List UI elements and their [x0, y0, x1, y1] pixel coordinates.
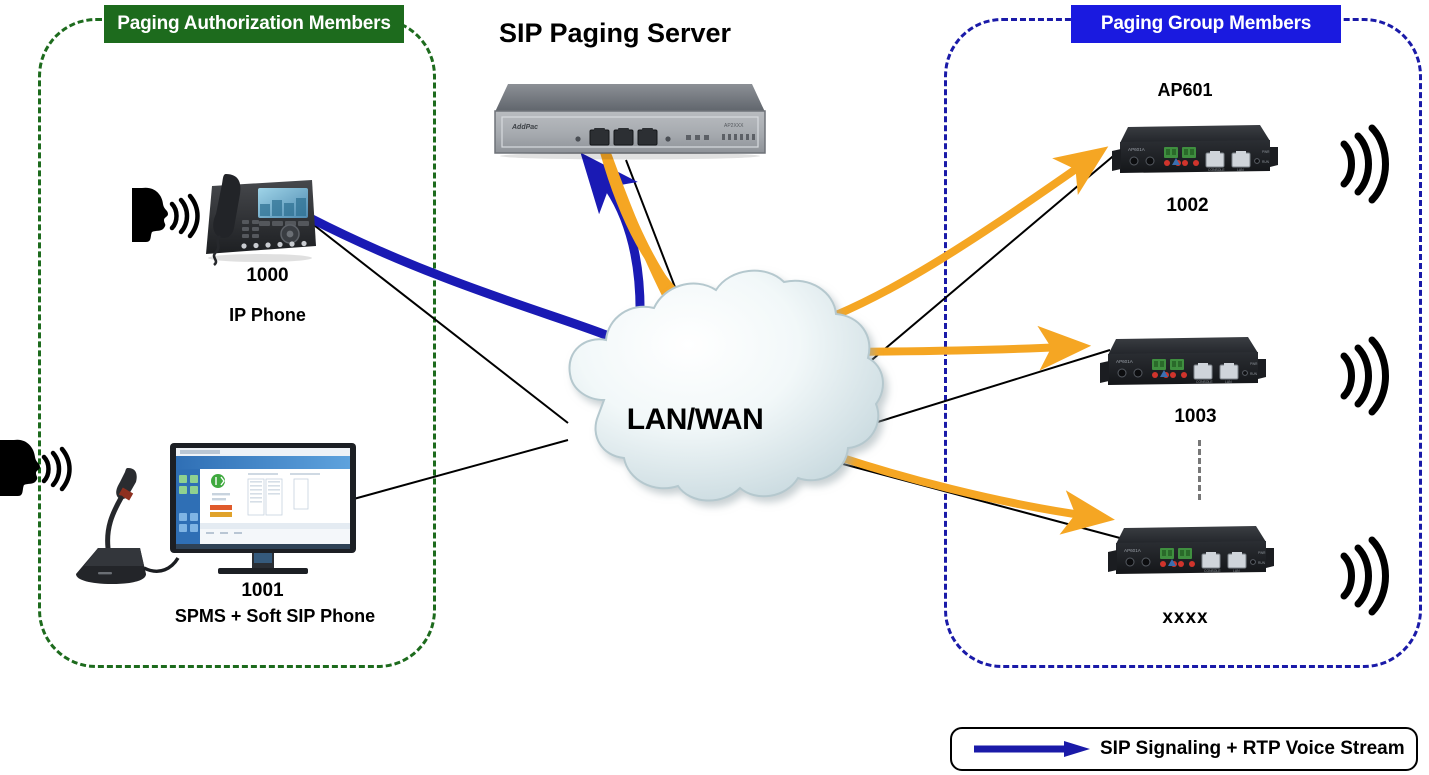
legend-label: SIP Signaling + RTP Voice Stream: [1100, 738, 1405, 759]
endpoint-top-model: AP601: [1157, 80, 1213, 100]
svg-text:LAN: LAN: [1237, 168, 1244, 172]
svg-text:CONSOLE: CONSOLE: [1196, 380, 1213, 384]
svg-text:AddPac: AddPac: [511, 124, 538, 131]
legend-arrow-icon: [972, 739, 1094, 759]
more-endpoints-ellipsis: [1198, 440, 1201, 500]
legend: SIP Signaling + RTP Voice Stream: [950, 727, 1418, 771]
ip-phone-label: IP Phone: [229, 305, 306, 325]
svg-text:PWR: PWR: [1250, 362, 1258, 366]
ap601-paging-adapter-icon-3: AP601A CONSOLE LAN PWR RUN: [1108, 526, 1274, 582]
soft-phone-extension: 1001: [241, 580, 284, 601]
speaker-sound-waves-icon-2: [1332, 330, 1394, 422]
svg-text:AP2XXX: AP2XXX: [724, 123, 744, 129]
speaking-person-icon-2: [0, 436, 72, 502]
svg-text:RUN: RUN: [1262, 160, 1270, 164]
endpoint-bottom-extension: xxxx: [1162, 607, 1209, 628]
lan-wan-label: LAN/WAN: [626, 403, 764, 436]
speaker-sound-waves-icon-1: [1332, 118, 1394, 210]
svg-text:LAN: LAN: [1225, 380, 1232, 384]
ap601-paging-adapter-icon-1: AP601A CONSOLE LAN PWR RUN: [1112, 125, 1278, 181]
sip-paging-server-icon: AddPac AP2XXX: [490, 82, 766, 160]
link-server-cloud: [625, 159, 701, 353]
gooseneck-microphone-icon: [68, 462, 180, 587]
svg-text:PWR: PWR: [1262, 150, 1270, 154]
speaking-person-icon: [128, 184, 200, 246]
endpoint-mid-extension: 1003: [1174, 406, 1217, 427]
svg-text:AP601A: AP601A: [1128, 147, 1146, 152]
speaker-sound-waves-icon-3: [1332, 530, 1394, 622]
svg-text:AP601A: AP601A: [1116, 359, 1134, 364]
ap601-paging-adapter-icon-2: AP601A CONSOLE LAN PWR RUN: [1100, 337, 1266, 393]
svg-text:RUN: RUN: [1250, 372, 1258, 376]
spms-workstation-icon: [170, 443, 356, 575]
page-title: SIP Paging Server: [498, 18, 732, 48]
svg-text:RUN: RUN: [1258, 561, 1266, 565]
ip-phone-icon: [196, 170, 318, 272]
svg-text:CONSOLE: CONSOLE: [1208, 168, 1225, 172]
diagram-canvas: Paging Authorization Members Paging Grou…: [0, 0, 1429, 775]
lan-wan-cloud: [568, 269, 884, 502]
svg-text:PWR: PWR: [1258, 551, 1266, 555]
svg-text:AP601A: AP601A: [1124, 548, 1142, 553]
soft-phone-label: SPMS + Soft SIP Phone: [174, 606, 376, 626]
svg-text:CONSOLE: CONSOLE: [1204, 569, 1221, 573]
svg-text:LAN: LAN: [1233, 569, 1240, 573]
endpoint-top-extension: 1002: [1166, 195, 1209, 216]
ip-phone-extension: 1000: [246, 265, 289, 286]
